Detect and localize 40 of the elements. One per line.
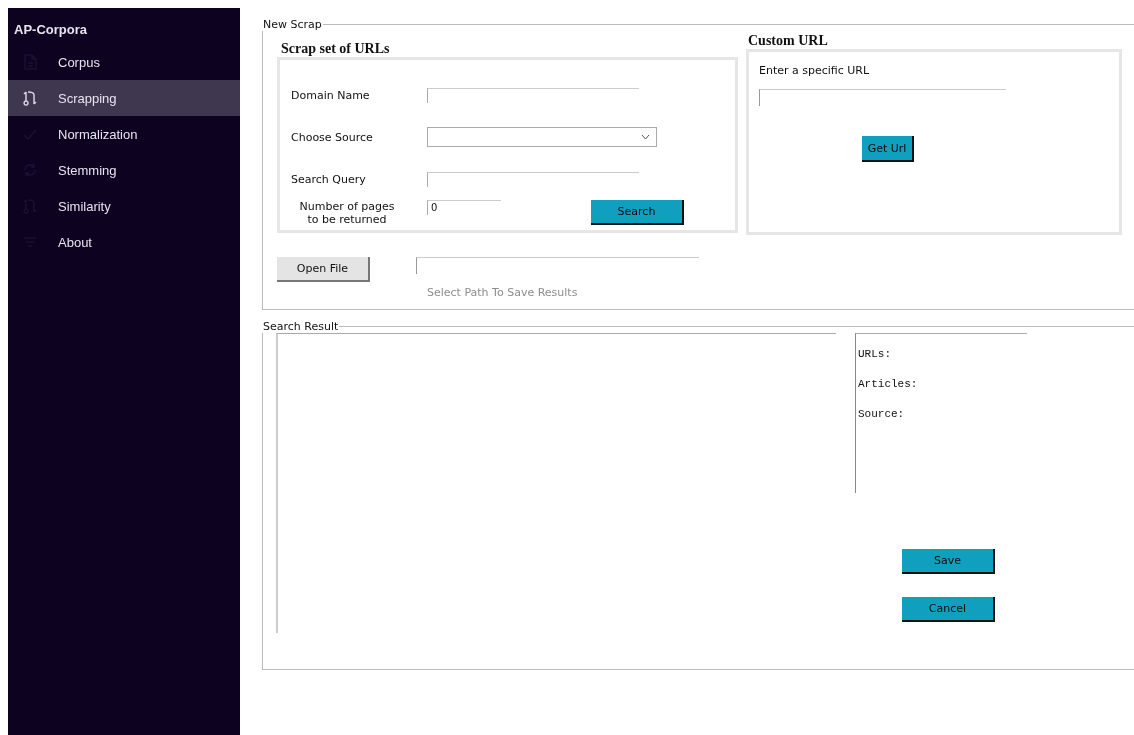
field-label: Search Query (291, 172, 367, 186)
sidebar-label: About (58, 234, 92, 250)
sidebar-label: Stemming (58, 162, 117, 178)
search-button[interactable]: Search (591, 200, 684, 225)
url-field[interactable] (759, 89, 1006, 106)
sidebar-item[interactable]: Scrapping (8, 80, 240, 116)
results-text-area[interactable] (276, 333, 836, 633)
source-dropdown[interactable] (427, 127, 657, 147)
path-field[interactable] (416, 257, 699, 274)
sidebar-label: Similarity (58, 198, 111, 214)
path-hint: Select Path To Save Results (427, 286, 579, 299)
chevron-down-icon (641, 134, 650, 140)
group-legend: Search Result (262, 320, 340, 333)
section-heading: Scrap set of URLs (281, 41, 391, 57)
sidebar-item[interactable]: Corpus (8, 44, 240, 80)
text-field[interactable] (427, 87, 639, 103)
sidebar-label: Normalization (58, 126, 138, 142)
section-heading: Custom URL (748, 33, 829, 49)
text-field[interactable] (427, 171, 639, 187)
field-label: Enter a specific URL (759, 64, 871, 77)
open-file-button[interactable]: Open File (277, 257, 370, 282)
sidebar-label: Scrapping (58, 90, 117, 106)
sidebar-item[interactable]: Normalization (8, 116, 240, 152)
sidebar-item[interactable]: About (8, 224, 240, 260)
field-label: Choose Source (291, 130, 374, 144)
stat-label: Source: (857, 408, 906, 422)
sidebar-label: Corpus (58, 54, 100, 70)
sidebar-item[interactable]: Similarity (8, 188, 240, 224)
app-title: AP-Corpora (13, 21, 88, 39)
group-legend: New Scrap (262, 18, 323, 31)
sidebar-item[interactable]: Stemming (8, 152, 240, 188)
branch-icon (22, 90, 38, 106)
field-label: Number of pages to be returned (298, 200, 396, 226)
number-field[interactable]: 0 (427, 200, 501, 215)
stat-label: URLs: (857, 348, 892, 362)
stat-label: Articles: (857, 378, 919, 392)
get-url-button[interactable]: Get Url (862, 136, 914, 162)
action-button[interactable]: Save (902, 549, 995, 574)
action-button[interactable]: Cancel (902, 597, 995, 622)
field-label: Domain Name (291, 88, 371, 102)
